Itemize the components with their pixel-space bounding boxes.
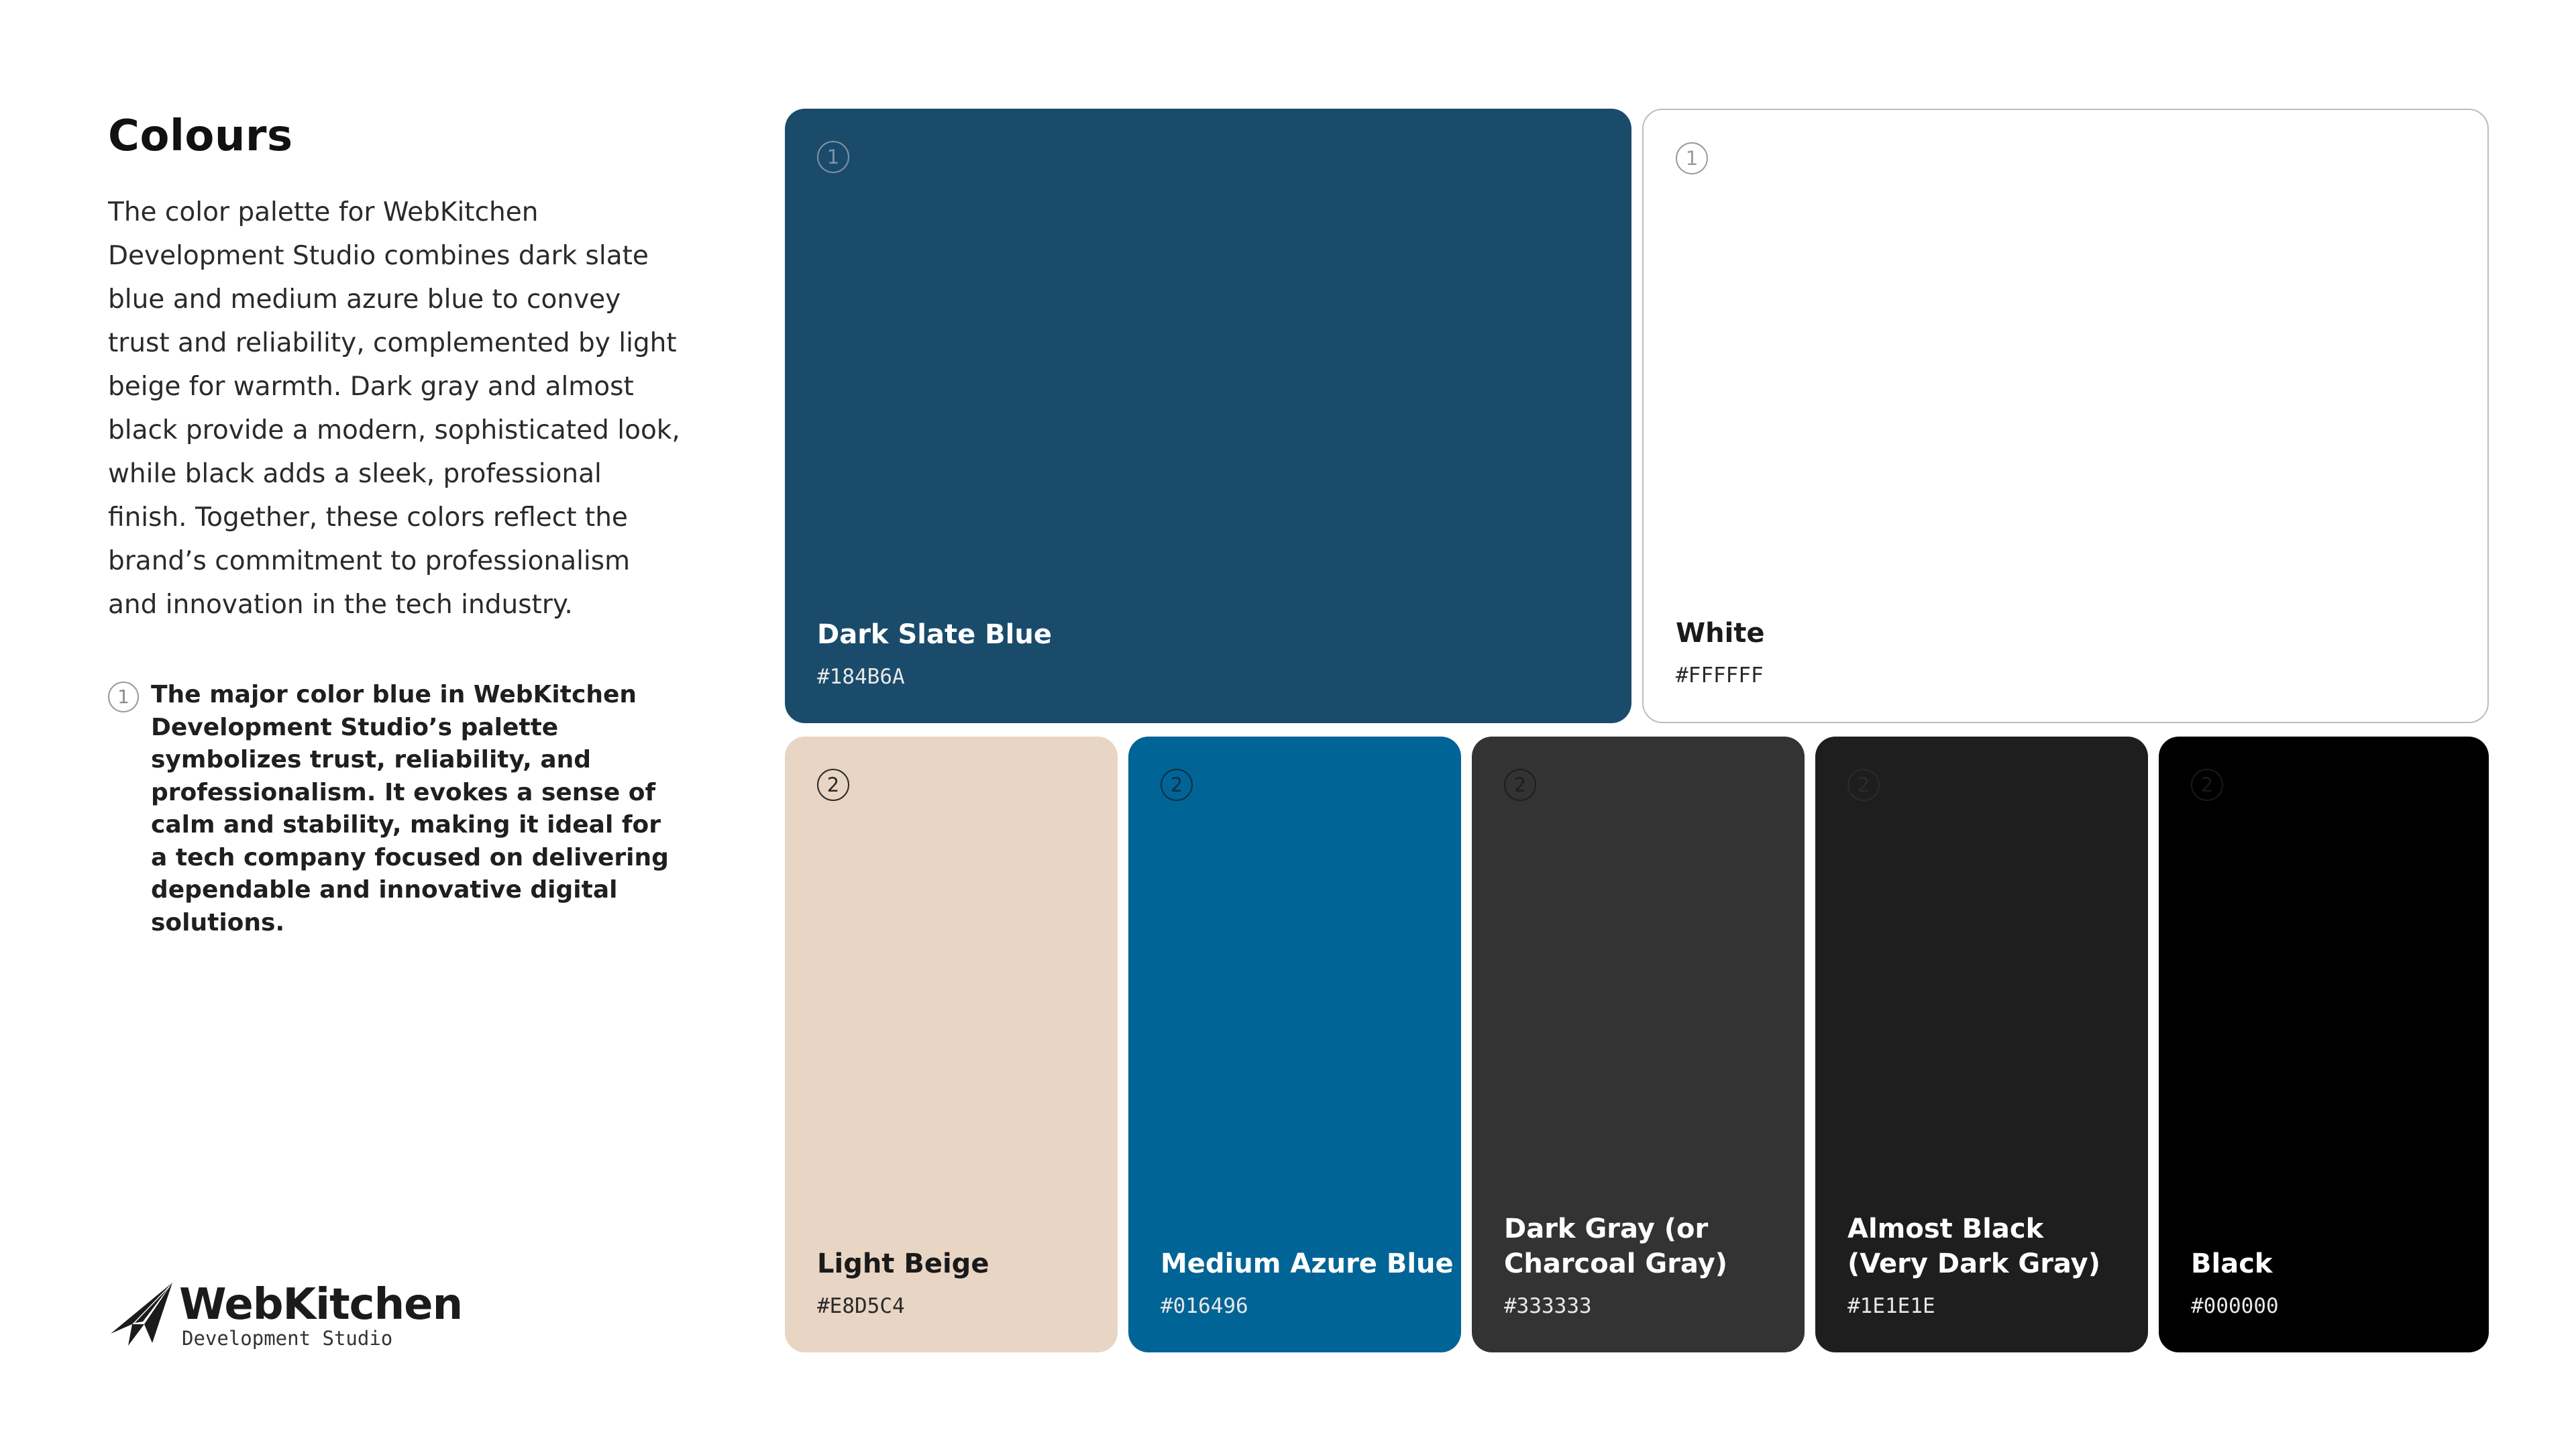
brand-logo: WebKitchen Development Studio (108, 1280, 463, 1350)
swatch-light-beige: 2 Light Beige #E8D5C4 (785, 737, 1118, 1352)
swatch-hex: #FFFFFF (1676, 663, 1764, 688)
paper-plane-logo-icon (111, 1283, 172, 1346)
logo-subtitle: Development Studio (182, 1327, 393, 1350)
footnote-text: The major color blue in WebKitchen Devel… (151, 681, 669, 936)
swatch-name: White (1676, 618, 1765, 649)
intro-column: Colours The color palette for WebKitchen… (108, 107, 685, 939)
swatch-hex: #184B6A (817, 665, 905, 689)
logo-wordmark: WebKitchen Development Studio (179, 1280, 463, 1350)
swatch-almost-black: 2 Almost Black (Very Dark Gray) #1E1E1E (1815, 737, 2148, 1352)
swatch-name: Light Beige (817, 1248, 989, 1279)
palette-description: The color palette for WebKitchen Develop… (108, 197, 680, 620)
swatch-name: Black (2191, 1248, 2273, 1279)
swatch-name: Dark Gray (or Charcoal Gray) (1504, 1214, 1728, 1279)
footnote: 1 The major color blue in WebKitchen Dev… (108, 679, 685, 939)
page-title: Colours (108, 111, 293, 161)
swatch-group-badge: 2 (1847, 769, 1880, 801)
swatch-group-badge: 2 (1504, 769, 1536, 801)
swatch-hex: #1E1E1E (1847, 1294, 1935, 1318)
swatch-dark-slate-blue: 1 Dark Slate Blue #184B6A (785, 109, 1631, 723)
swatch-dark-gray: 2 Dark Gray (or Charcoal Gray) #333333 (1472, 737, 1805, 1352)
swatch-group-badge: 2 (2191, 769, 2223, 801)
swatch-hex: #333333 (1504, 1294, 1592, 1318)
swatch-hex: #000000 (2191, 1294, 2279, 1318)
swatch-name: Medium Azure Blue (1161, 1248, 1454, 1279)
swatch-black: 2 Black #000000 (2159, 737, 2489, 1352)
swatch-hex: #016496 (1161, 1294, 1248, 1318)
swatch-hex: #E8D5C4 (817, 1294, 905, 1318)
swatch-group-badge: 1 (1676, 142, 1708, 174)
swatch-group-badge: 2 (1161, 769, 1193, 801)
swatch-group-badge: 1 (817, 141, 849, 173)
footnote-number-badge: 1 (108, 682, 139, 712)
swatch-name: Dark Slate Blue (817, 619, 1052, 650)
swatch-group-badge: 2 (817, 769, 849, 801)
swatch-white: 1 White #FFFFFF (1642, 109, 2489, 723)
logo-name: WebKitchen (179, 1280, 463, 1330)
swatch-medium-azure-blue: 2 Medium Azure Blue #016496 (1128, 737, 1461, 1352)
swatch-name: Almost Black (Very Dark Gray) (1847, 1214, 2101, 1279)
